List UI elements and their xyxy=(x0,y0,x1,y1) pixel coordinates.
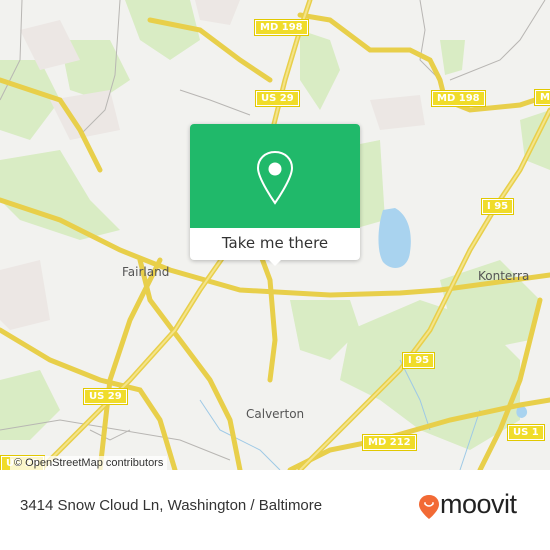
road-shield-us1: US 1 xyxy=(507,424,545,441)
road-shield-md198: MD xyxy=(533,89,550,106)
road-shield-i95: I 95 xyxy=(480,198,515,215)
popup-header xyxy=(190,124,360,228)
take-me-there-button[interactable]: Take me there xyxy=(190,228,360,260)
place-label-calverton: Calverton xyxy=(246,407,305,421)
road-shield-md198: MD 198 xyxy=(431,90,486,107)
address-text: 3414 Snow Cloud Ln, Washington / Baltimo… xyxy=(20,497,323,514)
map-attribution[interactable]: © OpenStreetMap contributors xyxy=(10,456,168,470)
place-label-konterra: Konterra xyxy=(478,269,530,283)
road-shield-us29: US 29 xyxy=(255,90,300,107)
map-pin-icon xyxy=(256,150,294,205)
footer: 3414 Snow Cloud Ln, Washington / Baltimo… xyxy=(0,470,550,550)
place-label-fairland: Fairland xyxy=(122,265,170,279)
popup-pointer xyxy=(267,258,283,266)
road-shield-i95: I 95 xyxy=(401,352,436,369)
location-popup: Take me there xyxy=(190,124,360,266)
road-shield-us29: US 29 xyxy=(83,388,128,405)
road-shield-md198: MD 198 xyxy=(254,19,309,36)
moovit-wordmark: moovit xyxy=(440,489,517,519)
map-view[interactable]: Fairland Konterra Calverton MD 198 US 29… xyxy=(0,0,550,470)
road-shield-md212: MD 212 xyxy=(362,434,417,451)
moovit-logo-icon xyxy=(419,495,439,519)
